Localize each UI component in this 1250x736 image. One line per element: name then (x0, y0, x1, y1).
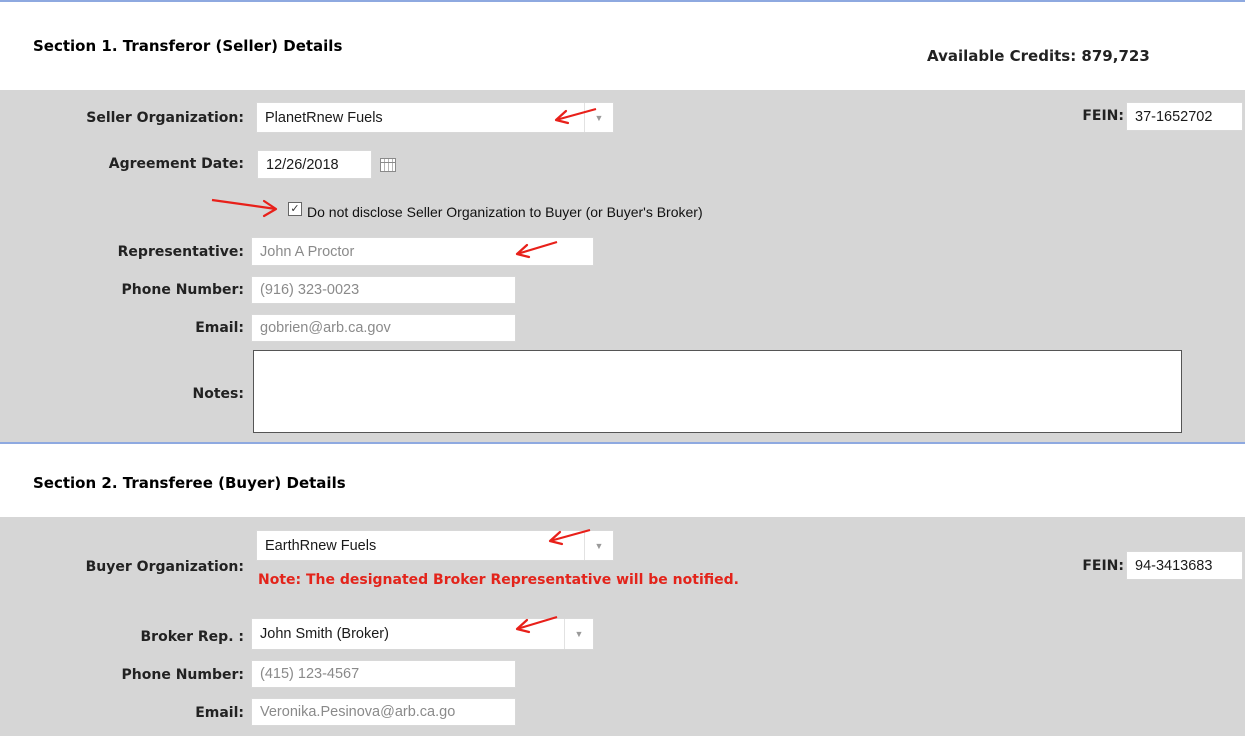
buyer-details-panel: Buyer Organization: EarthRnew Fuels ▼ No… (0, 517, 1245, 736)
buyer-phone-label: Phone Number: (121, 667, 244, 683)
agreement-date-field[interactable]: 12/26/2018 (257, 150, 372, 179)
section2-title: Section 2. Transferee (Buyer) Details (33, 474, 346, 492)
seller-email-field[interactable]: gobrien@arb.ca.gov (251, 314, 516, 342)
red-arrow-icon (548, 528, 591, 546)
broker-notice: Note: The designated Broker Representati… (258, 572, 739, 588)
buyer-fein-field: 94-3413683 (1126, 551, 1243, 580)
top-divider (0, 0, 1245, 2)
buyer-org-label: Buyer Organization: (85, 559, 244, 575)
seller-fein-field: 37-1652702 (1126, 102, 1243, 131)
agreement-date-label: Agreement Date: (108, 156, 244, 172)
buyer-org-value: EarthRnew Fuels (265, 537, 377, 554)
notes-label: Notes: (192, 386, 244, 402)
section-divider (0, 442, 1245, 444)
seller-org-value: PlanetRnew Fuels (265, 109, 383, 126)
disclose-checkbox[interactable]: ✓ (288, 202, 302, 216)
section1-title: Section 1. Transferor (Seller) Details (33, 37, 343, 55)
seller-phone-label: Phone Number: (121, 282, 244, 298)
buyer-fein-label: FEIN: (1082, 558, 1124, 574)
buyer-email-field[interactable]: Veronika.Pesinova@arb.ca.go (251, 698, 516, 726)
representative-label: Representative: (117, 244, 244, 260)
red-arrow-icon (515, 615, 558, 634)
calendar-icon[interactable] (380, 158, 396, 172)
available-credits: Available Credits: 879,723 (927, 47, 1150, 65)
seller-org-label: Seller Organization: (86, 110, 244, 126)
red-arrow-icon (515, 240, 558, 259)
broker-rep-value: John Smith (Broker) (260, 626, 389, 642)
buyer-email-label: Email: (195, 705, 244, 721)
buyer-phone-field[interactable]: (415) 123-4567 (251, 660, 516, 688)
red-arrow-icon (554, 107, 597, 125)
chevron-down-icon[interactable]: ▼ (564, 619, 593, 649)
disclose-checkbox-label: Do not disclose Seller Organization to B… (307, 204, 703, 220)
seller-phone-field[interactable]: (916) 323-0023 (251, 276, 516, 304)
seller-details-panel: Seller Organization: PlanetRnew Fuels ▼ … (0, 90, 1245, 442)
seller-fein-label: FEIN: (1082, 108, 1124, 124)
broker-rep-label: Broker Rep. : (140, 629, 245, 645)
seller-email-label: Email: (195, 320, 244, 336)
notes-textarea[interactable] (253, 350, 1182, 433)
red-arrow-icon (211, 198, 278, 218)
